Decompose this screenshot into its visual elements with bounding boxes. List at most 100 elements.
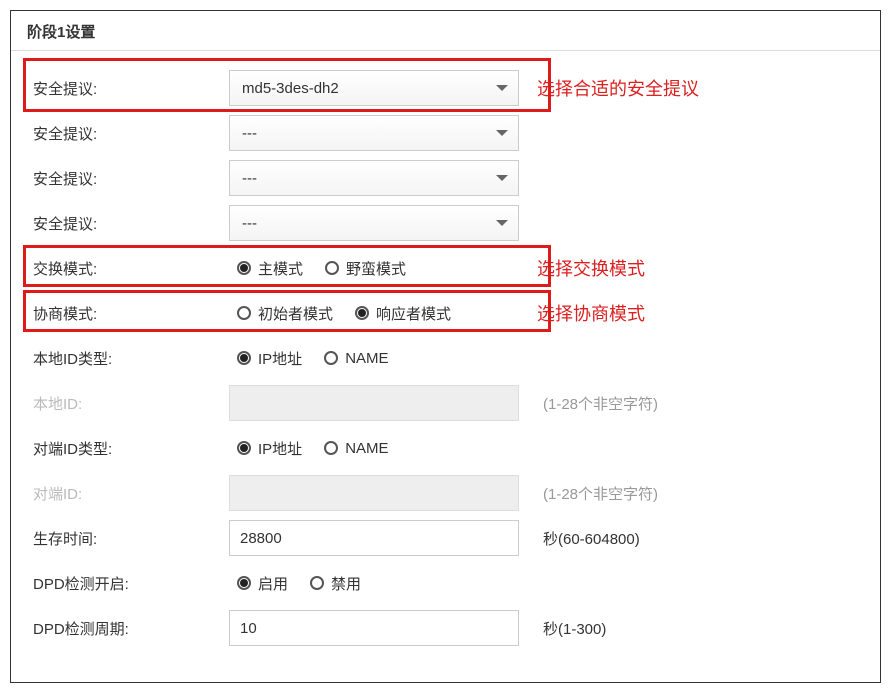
radio-dpd-on[interactable]: 启用	[237, 573, 288, 594]
label-remote-id: 对端ID:	[29, 483, 229, 504]
select-proposal-4-value: ---	[242, 215, 257, 232]
input-dpd-interval[interactable]	[229, 610, 519, 646]
control-proposal-4: ---	[229, 205, 519, 241]
select-proposal-1[interactable]: md5-3des-dh2	[229, 70, 519, 106]
form-body: 安全提议: md5-3des-dh2 选择合适的安全提议 安全提议: --- 安…	[11, 51, 880, 682]
row-proposal-1: 安全提议: md5-3des-dh2 选择合适的安全提议	[29, 69, 862, 107]
label-proposal-4: 安全提议:	[29, 213, 229, 234]
label-proposal-2: 安全提议:	[29, 123, 229, 144]
control-nego-mode: 初始者模式 响应者模式	[229, 295, 519, 331]
row-local-id: 本地ID: (1-28个非空字符)	[29, 384, 862, 422]
radio-icon	[355, 306, 369, 320]
radio-icon	[325, 261, 339, 275]
section-title: 阶段1设置	[11, 11, 880, 51]
input-remote-id	[229, 475, 519, 511]
select-proposal-3[interactable]: ---	[229, 160, 519, 196]
row-local-id-type: 本地ID类型: IP地址 NAME	[29, 339, 862, 377]
radio-group-remote-id-type: IP地址 NAME	[229, 430, 519, 466]
radio-icon	[237, 306, 251, 320]
radio-exchange-aggressive[interactable]: 野蛮模式	[325, 258, 406, 279]
label-exchange-mode: 交换模式:	[29, 258, 229, 279]
chevron-down-icon	[496, 85, 508, 91]
radio-icon	[310, 576, 324, 590]
select-proposal-1-value: md5-3des-dh2	[242, 80, 339, 97]
radio-dpd-off[interactable]: 禁用	[310, 573, 361, 594]
control-remote-id	[229, 475, 519, 511]
chevron-down-icon	[496, 220, 508, 226]
annotation-proposal: 选择合适的安全提议	[519, 75, 699, 101]
radio-label-nego-responder: 响应者模式	[376, 303, 451, 324]
row-dpd-enable: DPD检测开启: 启用 禁用	[29, 564, 862, 602]
label-dpd-enable: DPD检测开启:	[29, 573, 229, 594]
radio-nego-responder[interactable]: 响应者模式	[355, 303, 451, 324]
radio-icon	[237, 576, 251, 590]
radio-remote-id-ip[interactable]: IP地址	[237, 438, 302, 459]
radio-group-local-id-type: IP地址 NAME	[229, 340, 519, 376]
radio-remote-id-name[interactable]: NAME	[324, 440, 388, 457]
form-container: 阶段1设置 安全提议: md5-3des-dh2 选择合适的安全提议 安全提议:…	[10, 10, 881, 683]
control-proposal-1: md5-3des-dh2	[229, 70, 519, 106]
radio-icon	[237, 441, 251, 455]
label-proposal-3: 安全提议:	[29, 168, 229, 189]
label-nego-mode: 协商模式:	[29, 303, 229, 324]
radio-label-remote-id-ip: IP地址	[258, 438, 302, 459]
radio-label-remote-id-name: NAME	[345, 440, 388, 457]
hint-local-id: (1-28个非空字符)	[519, 393, 658, 414]
chevron-down-icon	[496, 130, 508, 136]
radio-exchange-main[interactable]: 主模式	[237, 258, 303, 279]
control-dpd-interval	[229, 610, 519, 646]
radio-icon	[324, 441, 338, 455]
label-lifetime: 生存时间:	[29, 528, 229, 549]
radio-label-local-id-name: NAME	[345, 350, 388, 367]
control-remote-id-type: IP地址 NAME	[229, 430, 519, 466]
radio-label-local-id-ip: IP地址	[258, 348, 302, 369]
select-proposal-3-value: ---	[242, 170, 257, 187]
row-remote-id-type: 对端ID类型: IP地址 NAME	[29, 429, 862, 467]
annotation-exchange: 选择交换模式	[519, 255, 645, 281]
radio-icon	[324, 351, 338, 365]
radio-local-id-ip[interactable]: IP地址	[237, 348, 302, 369]
label-proposal-1: 安全提议:	[29, 78, 229, 99]
hint-remote-id: (1-28个非空字符)	[519, 483, 658, 504]
label-local-id-type: 本地ID类型:	[29, 348, 229, 369]
control-local-id-type: IP地址 NAME	[229, 340, 519, 376]
row-proposal-4: 安全提议: ---	[29, 204, 862, 242]
row-nego-mode: 协商模式: 初始者模式 响应者模式 选择协商模式	[29, 294, 862, 332]
radio-group-exchange: 主模式 野蛮模式	[229, 250, 519, 286]
control-proposal-3: ---	[229, 160, 519, 196]
radio-label-exchange-main: 主模式	[258, 258, 303, 279]
radio-group-dpd-enable: 启用 禁用	[229, 565, 519, 601]
input-lifetime[interactable]	[229, 520, 519, 556]
row-proposal-3: 安全提议: ---	[29, 159, 862, 197]
radio-label-nego-initiator: 初始者模式	[258, 303, 333, 324]
radio-label-dpd-on: 启用	[258, 573, 288, 594]
radio-icon	[237, 261, 251, 275]
label-remote-id-type: 对端ID类型:	[29, 438, 229, 459]
radio-label-exchange-aggressive: 野蛮模式	[346, 258, 406, 279]
label-dpd-interval: DPD检测周期:	[29, 618, 229, 639]
radio-local-id-name[interactable]: NAME	[324, 350, 388, 367]
hint-lifetime: 秒(60-604800)	[519, 528, 640, 549]
control-local-id	[229, 385, 519, 421]
control-proposal-2: ---	[229, 115, 519, 151]
row-remote-id: 对端ID: (1-28个非空字符)	[29, 474, 862, 512]
radio-group-nego: 初始者模式 响应者模式	[229, 295, 519, 331]
input-local-id	[229, 385, 519, 421]
control-exchange-mode: 主模式 野蛮模式	[229, 250, 519, 286]
radio-icon	[237, 351, 251, 365]
row-exchange-mode: 交换模式: 主模式 野蛮模式 选择交换模式	[29, 249, 862, 287]
select-proposal-2[interactable]: ---	[229, 115, 519, 151]
radio-label-dpd-off: 禁用	[331, 573, 361, 594]
select-proposal-2-value: ---	[242, 125, 257, 142]
row-dpd-interval: DPD检测周期: 秒(1-300)	[29, 609, 862, 647]
chevron-down-icon	[496, 175, 508, 181]
row-lifetime: 生存时间: 秒(60-604800)	[29, 519, 862, 557]
radio-nego-initiator[interactable]: 初始者模式	[237, 303, 333, 324]
annotation-nego: 选择协商模式	[519, 300, 645, 326]
row-proposal-2: 安全提议: ---	[29, 114, 862, 152]
hint-dpd-interval: 秒(1-300)	[519, 618, 606, 639]
label-local-id: 本地ID:	[29, 393, 229, 414]
control-dpd-enable: 启用 禁用	[229, 565, 519, 601]
select-proposal-4[interactable]: ---	[229, 205, 519, 241]
control-lifetime	[229, 520, 519, 556]
